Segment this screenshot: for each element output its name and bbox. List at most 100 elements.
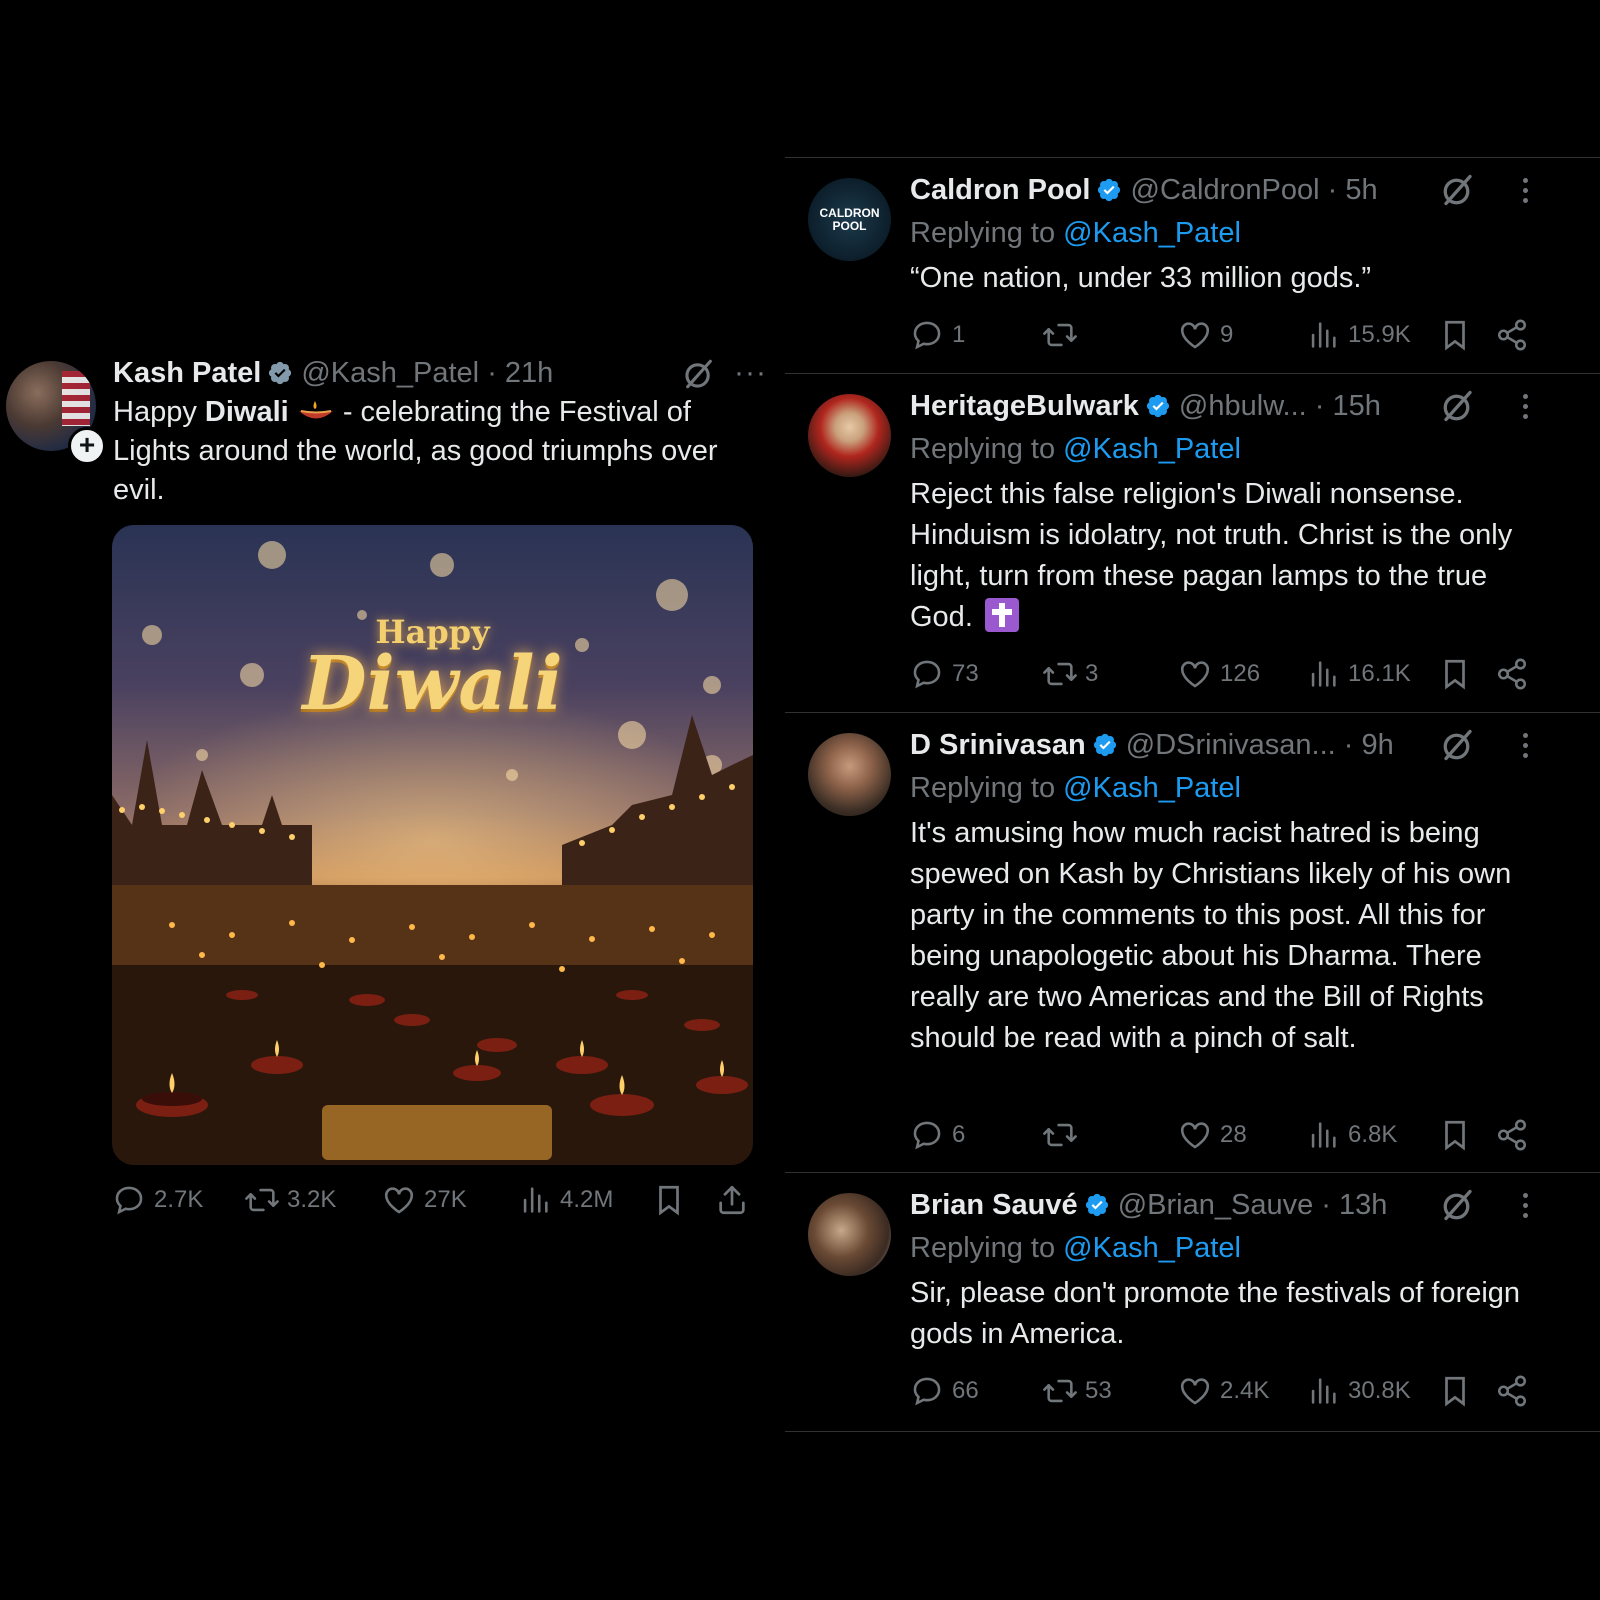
share-icon [1495,657,1529,691]
reply-text: It's amusing how much racist hatred is b… [910,817,1512,1054]
bookmark-icon [1438,1118,1472,1152]
views-button[interactable]: 16.1K [1306,654,1411,694]
reply-button[interactable]: 1 [910,315,965,355]
author-name[interactable]: Kash Patel [113,357,261,389]
views-button[interactable]: 4.2M [518,1180,613,1220]
share-button[interactable] [1495,654,1529,694]
more-icon[interactable] [1523,733,1529,763]
bookmark-button[interactable] [652,1180,686,1220]
grok-icon[interactable] [1440,172,1476,208]
reply-header: D Srinivasan @DSrinivasan... · 9h [910,727,1394,763]
post-time[interactable]: · 9h [1344,729,1394,761]
author-name[interactable]: Caldron Pool [910,174,1090,206]
like-icon [1178,318,1212,352]
bookmark-button[interactable] [1438,315,1472,355]
reply-actions: 6 28 6.8K [910,1115,1530,1155]
grok-icon[interactable] [1440,388,1476,424]
grok-icon[interactable] [1440,1187,1476,1223]
grok-icon[interactable] [682,357,716,391]
bookmark-button[interactable] [1438,654,1472,694]
bookmark-button[interactable] [1438,1115,1472,1155]
like-button[interactable]: 28 [1178,1115,1247,1155]
author-name[interactable]: Brian Sauvé [910,1189,1078,1221]
reply-post[interactable]: CALDRON POOL Caldron Pool @CaldronPool ·… [785,158,1600,374]
repost-button[interactable]: 53 [1043,1371,1112,1411]
reply-button[interactable]: 73 [910,654,979,694]
reply-count: 6 [952,1121,966,1148]
share-button[interactable] [1495,1371,1529,1411]
avatar-logo-text: CALDRON POOL [819,205,880,233]
mention-link[interactable]: @Kash_Patel [1063,433,1241,465]
repost-button[interactable]: 3.2K [245,1180,336,1220]
image-diwali-text: Diwali [302,641,563,727]
author-handle[interactable]: @CaldronPool [1131,174,1320,206]
repost-button[interactable] [1043,1115,1085,1155]
reply-count: 2.7K [154,1186,204,1213]
repost-icon [1043,657,1077,691]
author-handle[interactable]: @Brian_Sauve [1118,1189,1314,1221]
share-button[interactable] [715,1180,749,1220]
more-icon[interactable] [1523,178,1529,208]
bookmark-button[interactable] [1438,1371,1472,1411]
repost-button[interactable]: 3 [1043,654,1098,694]
reply-count: 66 [952,1377,979,1404]
views-icon [1306,1118,1340,1152]
author-name[interactable]: HeritageBulwark [910,390,1139,422]
reply-button[interactable]: 2.7K [112,1180,203,1220]
post-text-part: Happy [113,396,205,428]
repost-count: 3 [1085,660,1099,687]
reply-post[interactable]: HeritageBulwark @hbulw... · 15h Replying… [785,374,1600,713]
avatar[interactable]: CALDRON POOL [808,178,891,261]
more-icon[interactable] [1523,1193,1529,1223]
author-handle[interactable]: @DSrinivasan... [1126,729,1336,761]
like-button[interactable]: 2.4K [1178,1371,1269,1411]
like-button[interactable]: 126 [1178,654,1260,694]
reply-button[interactable]: 6 [910,1115,965,1155]
post-time[interactable]: · 13h [1321,1189,1387,1221]
views-count: 4.2M [560,1186,614,1213]
like-count: 27K [424,1186,467,1213]
mention-link[interactable]: @Kash_Patel [1063,1232,1241,1264]
views-button[interactable]: 15.9K [1306,315,1411,355]
like-count: 28 [1220,1121,1247,1148]
like-icon [1178,1118,1212,1152]
replying-to: Replying to @Kash_Patel [910,431,1241,467]
share-button[interactable] [1495,1115,1529,1155]
post-time[interactable]: · 15h [1315,390,1381,422]
post-image[interactable]: Happy Diwali [112,525,753,1165]
grok-icon[interactable] [1440,727,1476,763]
mention-link[interactable]: @Kash_Patel [1063,217,1241,249]
views-button[interactable]: 30.8K [1306,1371,1411,1411]
author-handle[interactable]: @Kash_Patel [301,357,479,389]
replying-to: Replying to @Kash_Patel [910,1230,1241,1266]
avatar[interactable] [808,733,891,816]
share-icon [1495,1118,1529,1152]
repost-icon [1043,1118,1077,1152]
author-handle[interactable]: @hbulw... [1179,390,1307,422]
repost-icon [1043,1374,1077,1408]
views-icon [1306,1374,1340,1408]
reply-post[interactable]: Brian Sauvé @Brian_Sauve · 13h Replying … [785,1173,1600,1432]
post-time[interactable]: · 5h [1328,174,1378,206]
views-button[interactable]: 6.8K [1306,1115,1397,1155]
like-button[interactable]: 27K [382,1180,467,1220]
replying-prefix: Replying to [910,433,1064,465]
mention-link[interactable]: @Kash_Patel [1063,772,1241,804]
follow-plus-icon[interactable]: + [68,427,106,465]
reply-button[interactable]: 66 [910,1371,979,1411]
reply-actions: 66 53 2.4K 30.8K [910,1371,1530,1411]
post-time[interactable]: · 21h [487,357,553,389]
author-name[interactable]: D Srinivasan [910,729,1086,761]
reply-post[interactable]: D Srinivasan @DSrinivasan... · 9h Replyi… [785,713,1600,1173]
reply-icon [910,1118,944,1152]
avatar[interactable] [808,394,891,477]
reply-header: Caldron Pool @CaldronPool · 5h [910,172,1378,208]
more-icon[interactable] [1523,394,1529,424]
avatar[interactable] [808,1193,891,1276]
like-icon [1178,1374,1212,1408]
repost-button[interactable] [1043,315,1085,355]
more-icon[interactable]: ··· [734,358,767,388]
like-button[interactable]: 9 [1178,315,1233,355]
reply-text: “One nation, under 33 million gods.” [910,262,1372,294]
share-button[interactable] [1495,315,1529,355]
